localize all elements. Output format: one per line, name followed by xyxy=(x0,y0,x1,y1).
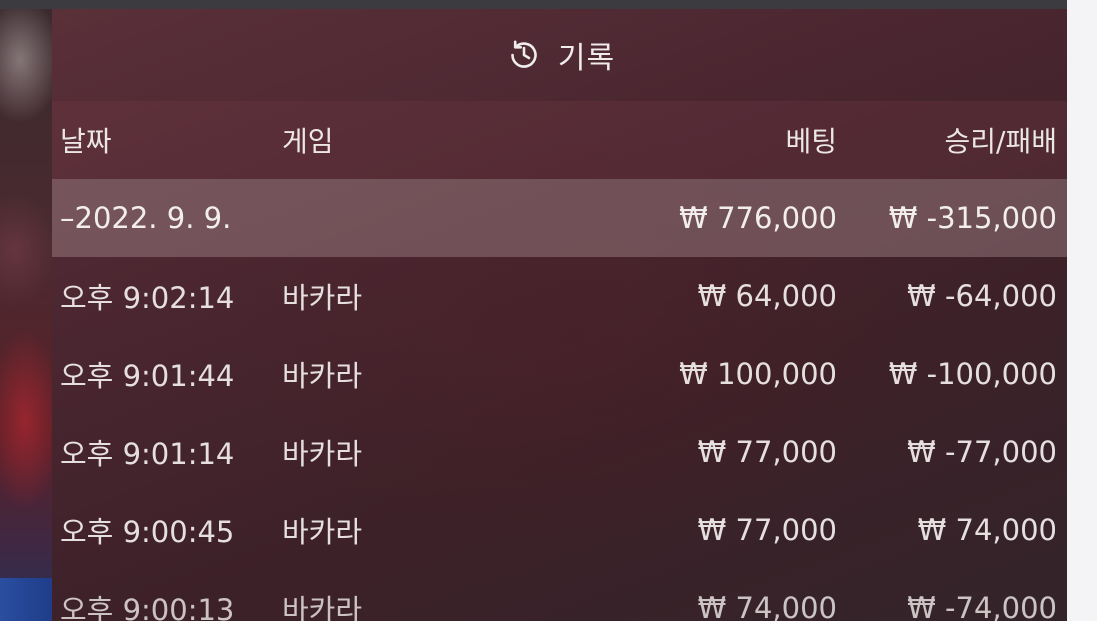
right-edge xyxy=(1067,0,1097,621)
column-header-date: 날짜 xyxy=(60,125,112,158)
row-result: ₩ 74,000 xyxy=(917,513,1057,547)
row-game: 바카라 xyxy=(282,515,363,549)
row-bet: ₩ 100,000 xyxy=(679,357,837,391)
row-result: ₩ -100,000 xyxy=(888,357,1057,391)
table-row[interactable]: 오후 9:00:45 바카라 ₩ 77,000 ₩ 74,000 xyxy=(52,491,1067,569)
row-bet: ₩ 77,000 xyxy=(697,435,837,469)
row-game: 바카라 xyxy=(282,437,363,471)
row-result: ₩ -77,000 xyxy=(907,435,1057,469)
history-panel: 기록 날짜 게임 베팅 승리/패배 –2022. 9. 9. ₩ 776,000… xyxy=(52,9,1067,621)
table-row[interactable]: 오후 9:01:14 바카라 ₩ 77,000 ₩ -77,000 xyxy=(52,413,1067,491)
column-header-game: 게임 xyxy=(282,125,334,158)
row-date: 오후 9:02:14 xyxy=(60,281,235,315)
row-date: 오후 9:00:13 xyxy=(60,593,235,621)
summary-result: ₩ -315,000 xyxy=(888,201,1057,235)
row-bet: ₩ 74,000 xyxy=(697,591,837,621)
table-row[interactable]: 오후 9:00:13 바카라 ₩ 74,000 ₩ -74,000 xyxy=(52,569,1067,621)
row-result: ₩ -74,000 xyxy=(907,591,1057,621)
summary-date: –2022. 9. 9. xyxy=(60,201,232,235)
summary-row[interactable]: –2022. 9. 9. ₩ 776,000 ₩ -315,000 xyxy=(52,179,1067,257)
column-header-result: 승리/패배 xyxy=(944,125,1057,158)
row-game: 바카라 xyxy=(282,281,363,315)
table-row[interactable]: 오후 9:02:14 바카라 ₩ 64,000 ₩ -64,000 xyxy=(52,257,1067,335)
row-date: 오후 9:00:45 xyxy=(60,515,235,549)
row-date: 오후 9:01:14 xyxy=(60,437,235,471)
row-result: ₩ -64,000 xyxy=(907,279,1057,313)
summary-bet: ₩ 776,000 xyxy=(679,201,837,235)
column-header-bet: 베팅 xyxy=(785,125,837,158)
table-header: 날짜 게임 베팅 승리/패배 xyxy=(52,101,1067,179)
history-icon xyxy=(504,35,544,75)
row-game: 바카라 xyxy=(282,359,363,393)
row-date: 오후 9:01:44 xyxy=(60,359,235,393)
top-edge-bar xyxy=(0,0,1067,9)
row-bet: ₩ 64,000 xyxy=(697,279,837,313)
panel-title: 기록 xyxy=(557,41,616,76)
row-game: 바카라 xyxy=(282,593,363,621)
row-bet: ₩ 77,000 xyxy=(697,513,837,547)
panel-header: 기록 xyxy=(52,9,1067,101)
table-row[interactable]: 오후 9:01:44 바카라 ₩ 100,000 ₩ -100,000 xyxy=(52,335,1067,413)
background-blue-strip xyxy=(0,578,60,621)
